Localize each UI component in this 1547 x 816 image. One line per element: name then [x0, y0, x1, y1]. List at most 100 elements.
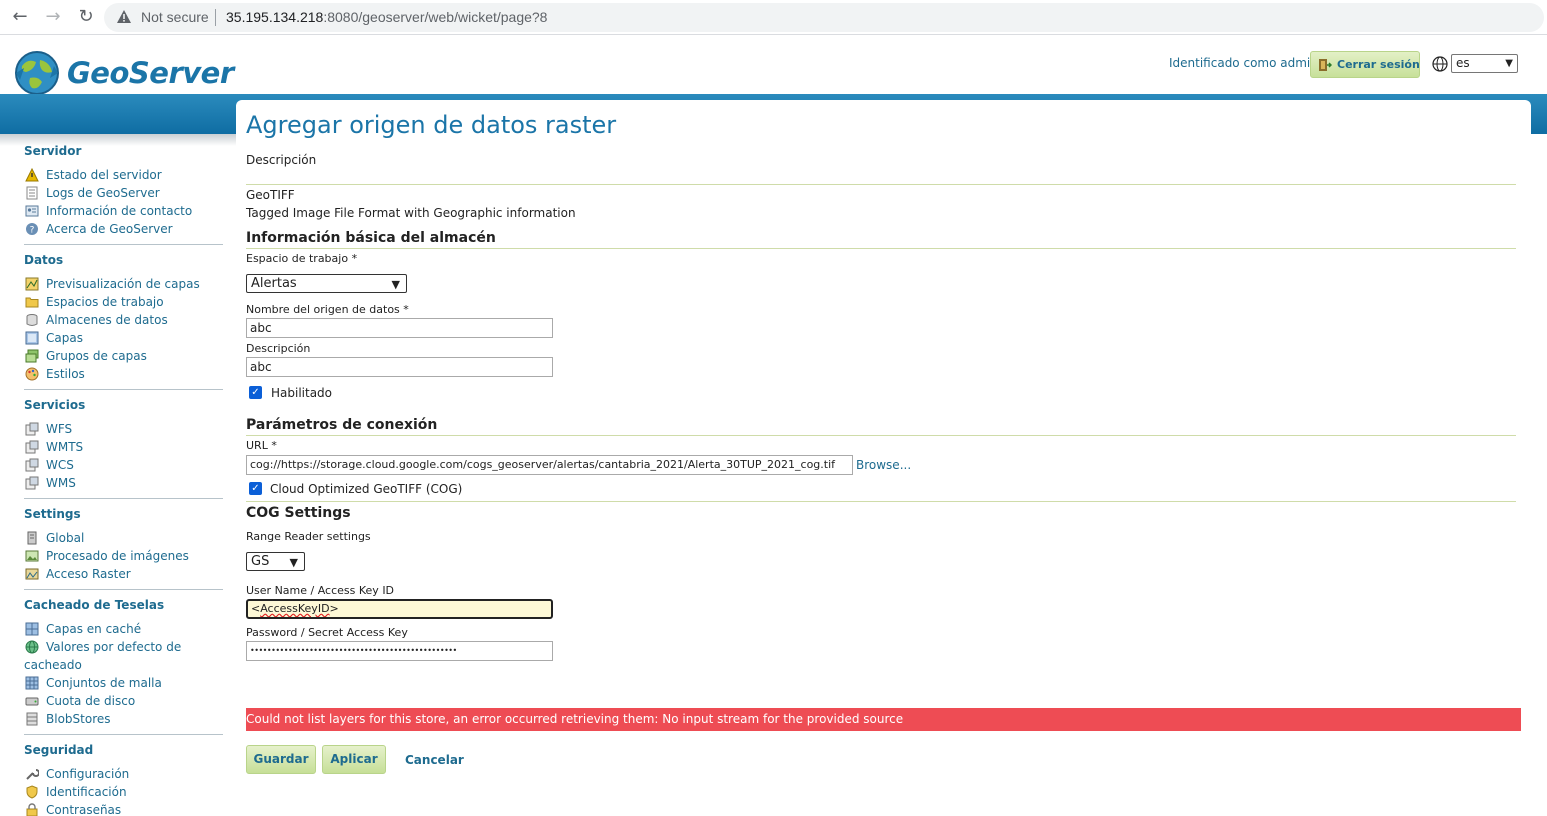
folder-icon — [25, 297, 39, 308]
document-icon — [26, 186, 38, 200]
lock-icon — [26, 803, 38, 816]
svg-text:?: ? — [30, 226, 35, 236]
sidebar-item-cached-layers[interactable]: Capas en caché — [24, 620, 181, 638]
sidebar-item-label: Información de contacto — [46, 204, 193, 218]
range-reader-value: GS — [251, 554, 270, 569]
sidebar-item-wms[interactable]: WMS — [24, 474, 85, 492]
sidebar-item-label: WMTS — [46, 440, 84, 454]
workspace-value: Alertas — [251, 276, 297, 291]
language-select[interactable]: es ▼ — [1451, 54, 1518, 73]
sidebar-item-label: WFS — [46, 422, 73, 436]
sidebar-title-servidor: Servidor — [24, 144, 82, 158]
server-status-icon — [25, 168, 39, 182]
enabled-checkbox[interactable]: ✓ — [249, 386, 262, 399]
sidebar-item-about[interactable]: ? Acerca de GeoServer — [24, 220, 192, 238]
range-reader-select[interactable]: GS ▼ — [246, 552, 305, 571]
sidebar-item-security-settings[interactable]: Configuración — [24, 765, 129, 783]
sidebar-item-label: Grupos de capas — [46, 349, 147, 363]
datasource-name-input[interactable]: abc — [246, 318, 553, 338]
logout-button[interactable]: Cerrar sesión — [1310, 51, 1420, 78]
tile-grid-icon — [25, 622, 39, 636]
sidebar-divider — [24, 244, 223, 245]
logout-label: Cerrar sesión — [1337, 58, 1420, 71]
image-icon — [25, 550, 39, 562]
warning-triangle-icon — [117, 10, 131, 23]
back-arrow-icon[interactable]: ← — [8, 6, 32, 30]
sidebar-item-stores[interactable]: Almacenes de datos — [24, 311, 200, 329]
help-icon: ? — [26, 223, 38, 236]
sidebar-item-gridsets[interactable]: Conjuntos de malla — [24, 674, 181, 692]
service-icon — [25, 440, 39, 454]
sidebar-item-disk-quota[interactable]: Cuota de disco — [24, 692, 181, 710]
logo-text[interactable]: GeoServer — [67, 56, 234, 90]
workspace-select[interactable]: Alertas ▼ — [246, 274, 407, 293]
sidebar-item-global[interactable]: Global — [24, 529, 189, 547]
sidebar-item-workspaces[interactable]: Espacios de trabajo — [24, 293, 200, 311]
reload-icon[interactable]: ↻ — [74, 6, 98, 30]
username-label: User Name / Access Key ID — [246, 584, 395, 597]
sidebar-item-label: Procesado de imágenes — [46, 549, 189, 563]
wrench-icon — [26, 769, 39, 780]
save-button[interactable]: Guardar — [246, 745, 316, 774]
sidebar-title-security: Seguridad — [24, 743, 94, 757]
sidebar-divider — [24, 389, 223, 390]
palette-icon — [25, 367, 39, 381]
cancel-link[interactable]: Cancelar — [405, 753, 464, 767]
sidebar-item-passwords[interactable]: Contraseñas — [24, 801, 129, 816]
sidebar-item-label: Conjuntos de malla — [46, 676, 162, 690]
sidebar-item-wmts[interactable]: WMTS — [24, 438, 85, 456]
password-input[interactable]: ••••••••••••••••••••••••••••••••••••••••… — [246, 641, 553, 661]
sidebar-item-styles[interactable]: Estilos — [24, 365, 200, 383]
sidebar-item-wfs[interactable]: WFS — [24, 420, 85, 438]
service-icon — [25, 476, 39, 490]
sidebar-item-image-processing[interactable]: Procesado de imágenes — [24, 547, 189, 565]
sidebar-item-layer-groups[interactable]: Grupos de capas — [24, 347, 200, 365]
url-divider — [215, 9, 216, 26]
sidebar-item-label: Identificación — [46, 785, 127, 799]
cog-checkbox[interactable]: ✓ — [249, 482, 262, 495]
password-label: Password / Secret Access Key — [246, 626, 408, 639]
sidebar-item-caching-defaults[interactable]: Valores por defecto de — [24, 638, 181, 656]
url-input[interactable]: cog://https://storage.cloud.google.com/c… — [246, 455, 853, 475]
sidebar-item-layers[interactable]: Capas — [24, 329, 200, 347]
format-name: GeoTIFF — [246, 188, 295, 202]
sidebar-item-contact[interactable]: Información de contacto — [24, 202, 192, 220]
sidebar-item-label: Contraseñas — [46, 803, 122, 816]
database-icon — [26, 314, 38, 326]
disk-icon — [25, 697, 39, 706]
sidebar-item-server-status[interactable]: Estado del servidor — [24, 166, 192, 184]
sidebar-item-wcs[interactable]: WCS — [24, 456, 85, 474]
browser-toolbar: ← → ↻ Not secure 35.195.134.218:8080/geo… — [0, 0, 1547, 35]
description-label: Descripción — [246, 342, 311, 355]
url-text[interactable]: 35.195.134.218:8080/geoserver/web/wicket… — [226, 9, 547, 25]
url-label: URL * — [246, 439, 277, 452]
sidebar-item-caching-defaults-cont[interactable]: cacheado — [24, 656, 181, 674]
sidebar-item-label: Cuota de disco — [46, 694, 136, 708]
blobstore-icon — [26, 712, 38, 726]
apply-button[interactable]: Aplicar — [322, 745, 386, 774]
sidebar-item-authentication[interactable]: Identificación — [24, 783, 129, 801]
sidebar-item-label: cacheado — [24, 658, 82, 672]
range-reader-label: Range Reader settings — [246, 530, 371, 543]
username-input[interactable]: <AccessKeyID> — [246, 599, 553, 619]
cog-label: Cloud Optimized GeoTIFF (COG) — [270, 482, 463, 496]
geoserver-globe-icon[interactable] — [12, 48, 62, 98]
sidebar-item-label: Capas — [46, 331, 83, 345]
sidebar-item-blobstores[interactable]: BlobStores — [24, 710, 181, 728]
sidebar-item-logs[interactable]: Logs de GeoServer — [24, 184, 192, 202]
sidebar-item-label: Acerca de GeoServer — [46, 222, 173, 236]
sidebar-item-label: WMS — [46, 476, 76, 490]
chevron-down-icon: ▼ — [391, 278, 400, 291]
browse-link[interactable]: Browse... — [856, 458, 911, 472]
address-bar[interactable]: Not secure 35.195.134.218:8080/geoserver… — [104, 3, 1544, 32]
contact-card-icon — [25, 205, 39, 217]
grid-icon — [25, 676, 39, 690]
section-divider — [246, 435, 1516, 436]
sidebar-divider — [24, 589, 223, 590]
sidebar-section-servicios: Servicios WFS WMTS WCS WMS — [24, 398, 85, 492]
sidebar-item-layer-preview[interactable]: Previsualización de capas — [24, 275, 200, 293]
app-header: GeoServer Identificado como admin. Cerra… — [0, 36, 1547, 95]
forward-arrow-icon[interactable]: → — [41, 6, 65, 30]
description-input[interactable]: abc — [246, 357, 553, 377]
sidebar-item-raster-access[interactable]: Acceso Raster — [24, 565, 189, 583]
